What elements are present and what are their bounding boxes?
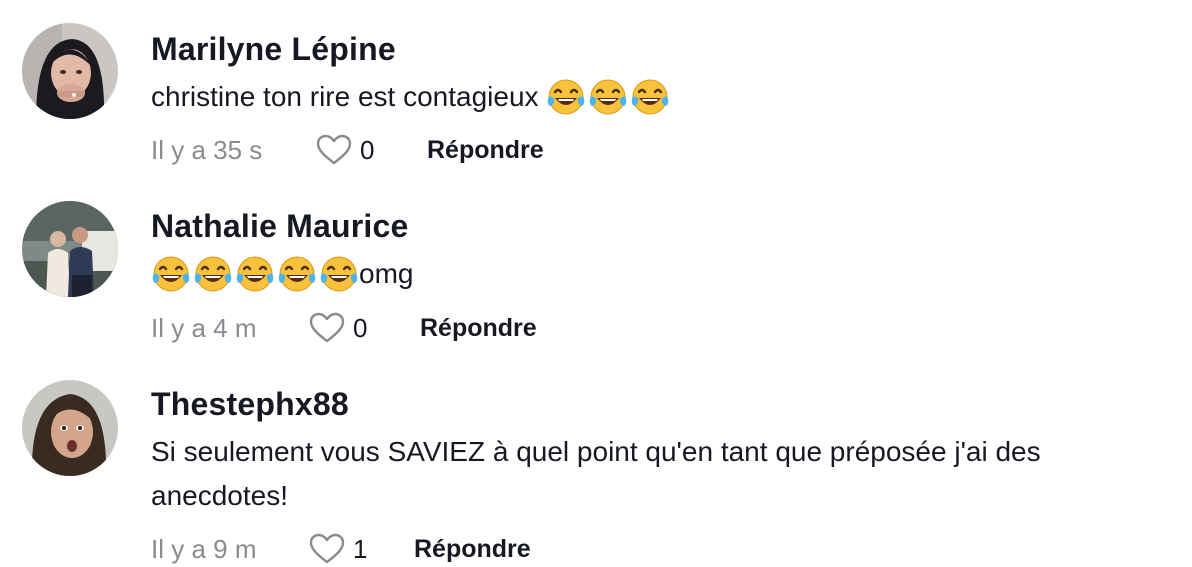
comment-text: christine ton rire est contagieux xyxy=(151,75,1162,119)
heart-outline-icon xyxy=(316,134,352,166)
reply-button[interactable]: Répondre xyxy=(414,535,531,564)
like-count: 0 xyxy=(353,312,368,343)
comment-meta: Il y a 35 s 0 Répondre xyxy=(151,132,544,168)
heart-outline-icon xyxy=(309,312,345,344)
like-count: 0 xyxy=(360,134,375,165)
comment-meta: Il y a 4 m 0 Répondre xyxy=(151,310,537,346)
comment-meta: Il y a 9 m 1 Répondre xyxy=(151,531,531,567)
comment-author[interactable]: Thestephx88 xyxy=(151,386,349,423)
tears-of-joy-emoji-icon xyxy=(546,77,586,117)
reply-button[interactable]: Répondre xyxy=(420,314,537,343)
avatar[interactable] xyxy=(22,201,118,297)
tears-of-joy-emoji-icon xyxy=(319,254,359,294)
tears-of-joy-emoji-icon xyxy=(193,254,233,294)
heart-outline-icon xyxy=(309,533,345,565)
emoji-run xyxy=(546,77,670,117)
tears-of-joy-emoji-icon xyxy=(151,254,191,294)
emoji-run xyxy=(151,254,359,294)
reply-button[interactable]: Répondre xyxy=(427,136,544,165)
tears-of-joy-emoji-icon xyxy=(630,77,670,117)
tears-of-joy-emoji-icon xyxy=(235,254,275,294)
avatar[interactable] xyxy=(22,23,118,119)
comment-timestamp: Il y a 4 m xyxy=(151,312,257,343)
tears-of-joy-emoji-icon xyxy=(588,77,628,117)
like-button[interactable]: 0 xyxy=(309,312,420,344)
comment-text-content: christine ton rire est contagieux xyxy=(151,81,547,112)
comment-text-line: anecdotes! xyxy=(151,480,288,511)
like-button[interactable]: 1 xyxy=(309,533,414,565)
comment-text: Si seulement vous SAVIEZ à quel point qu… xyxy=(151,430,1162,518)
comment-text-content: omg xyxy=(359,258,414,289)
comment-author[interactable]: Nathalie Maurice xyxy=(151,208,409,245)
like-button[interactable]: 0 xyxy=(316,134,427,166)
comment-text-line: Si seulement vous SAVIEZ à quel point qu… xyxy=(151,436,1041,467)
comment-timestamp: Il y a 35 s xyxy=(151,134,263,165)
tears-of-joy-emoji-icon xyxy=(277,254,317,294)
comment-text: omg xyxy=(151,252,1162,296)
comment-author[interactable]: Marilyne Lépine xyxy=(151,31,396,68)
avatar[interactable] xyxy=(22,380,118,476)
